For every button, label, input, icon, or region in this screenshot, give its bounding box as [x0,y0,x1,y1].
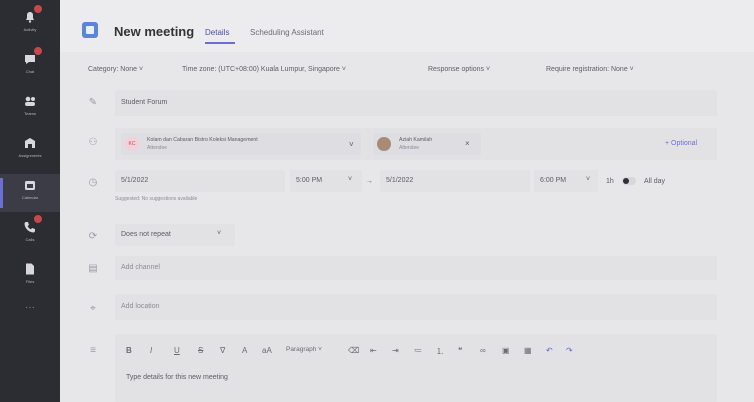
registration-dropdown[interactable]: Require registration: None ˅ [546,66,634,73]
rail-assignments[interactable]: Assignments [0,132,60,170]
page-title: New meeting [114,24,195,39]
formatting-toolbar: B I U S ∇ A aA Paragraph ˅ ⌫ ⇤ ⇥ ≔ ⒈ ❝ ∞… [126,346,686,381]
all-day-toggle[interactable] [622,177,636,185]
italic-icon[interactable]: I [150,346,152,355]
chevron-down-icon: ˅ [138,66,144,73]
end-date-input[interactable]: 5/1/2022 [380,170,530,192]
location-icon: ⌖ [90,303,96,314]
tab-scheduling-assistant[interactable]: Scheduling Assistant [250,28,324,37]
close-icon[interactable]: × [465,139,470,148]
suggestion-text: Suggested: No suggestions available [115,196,198,202]
outdent-icon[interactable]: ⇤ [370,346,377,355]
pencil-icon: ✎ [88,97,98,108]
calls-badge [34,215,42,223]
undo-icon[interactable]: ↶ [546,346,553,355]
all-day-label: All day [644,178,666,185]
timezone-dropdown[interactable]: Time zone: (UTC+08:00) Kuala Lumpur, Sin… [182,66,346,73]
people-icon: ⚇ [88,137,98,148]
rail-teams[interactable]: Teams [0,90,60,128]
more-apps[interactable]: ··· [0,302,60,313]
font-size-icon[interactable]: aA [262,346,272,355]
clock-icon: ◷ [88,177,98,188]
attendee-avatar: KC [125,137,139,151]
chat-icon [23,47,42,66]
tab-details-underline [205,42,235,44]
bulleted-list-icon[interactable]: ≔ [414,346,422,355]
channel-icon: ▤ [88,263,98,274]
location-input[interactable]: Add location [115,294,717,320]
strikethrough-icon[interactable]: S [198,346,203,355]
chevron-down-icon: ˅ [629,66,634,73]
redo-icon[interactable]: ↷ [566,346,573,355]
start-time-dropdown[interactable]: 5:00 PM ˅ [290,170,362,192]
avatar [377,137,391,151]
bell-icon [23,5,42,24]
category-dropdown[interactable]: Category: None ˅ [88,66,143,73]
rail-calls[interactable]: Calls [0,215,60,254]
app-rail: Activity Chat Teams Assignments Calendar… [0,0,60,402]
duration-label: 1h [606,178,614,185]
details-placeholder: Type details for this new meeting [126,374,228,381]
rail-activity[interactable]: Activity [0,5,60,44]
chat-badge [34,47,42,55]
numbered-list-icon[interactable]: ⒈ [436,346,444,357]
optional-link[interactable]: + Optional [665,140,697,147]
link-icon[interactable]: ∞ [480,346,486,355]
chevron-down-icon: ˅ [348,176,353,183]
meeting-header: New meeting Details Scheduling Assistant [60,0,754,52]
assignments-icon [23,136,37,150]
title-input[interactable]: Student Forum [115,90,717,116]
repeat-icon: ⟳ [88,231,98,242]
attendee-chip[interactable]: Aziah Kamilah Attendee × [373,133,481,155]
details-icon: ≡ [90,345,96,356]
rail-calendar[interactable]: Calendar [0,174,60,212]
bold-icon[interactable]: B [126,346,132,355]
chevron-down-icon: ˅ [341,66,346,73]
attendees-input[interactable]: KC Kolam dan Cabaran Bistro Koleksi Mana… [115,128,717,160]
underline-icon[interactable]: U [174,346,180,355]
rail-chat[interactable]: Chat [0,47,60,86]
quote-icon[interactable]: ❝ [458,346,462,355]
calendar-icon [23,178,37,192]
image-icon[interactable]: ▣ [502,346,510,355]
indent-icon[interactable]: ⇥ [392,346,399,355]
tab-details[interactable]: Details [205,28,229,37]
activity-badge [34,5,42,13]
table-icon[interactable]: ▦ [524,346,532,355]
meeting-toolbar: Category: None ˅ Time zone: (UTC+08:00) … [60,58,754,82]
date-range-arrow: → [366,178,373,185]
details-editor[interactable] [115,334,717,402]
end-time-dropdown[interactable]: 6:00 PM ˅ [534,170,598,192]
chevron-down-icon: ˅ [217,230,222,237]
highlight-icon[interactable]: ∇ [220,346,225,355]
calendar-app-icon [82,22,98,38]
rail-files[interactable]: Files [0,258,60,296]
response-options-dropdown[interactable]: Response options ˅ [428,66,490,73]
attendee-chip[interactable]: KC Kolam dan Cabaran Bistro Koleksi Mana… [121,133,361,155]
file-icon [23,262,37,276]
clear-format-icon[interactable]: ⌫ [348,346,359,355]
start-date-input[interactable]: 5/1/2022 [115,170,285,192]
teams-icon [23,94,37,108]
channel-input[interactable]: Add channel [115,256,717,280]
font-color-icon[interactable]: A [242,346,247,355]
chevron-down-icon[interactable]: ˅ [349,140,354,149]
chevron-down-icon: ˅ [586,176,591,183]
paragraph-dropdown[interactable]: Paragraph ˅ [286,346,322,353]
chevron-down-icon: ˅ [486,66,491,73]
repeat-dropdown[interactable]: Does not repeat ˅ [115,224,235,246]
phone-icon [23,215,42,234]
